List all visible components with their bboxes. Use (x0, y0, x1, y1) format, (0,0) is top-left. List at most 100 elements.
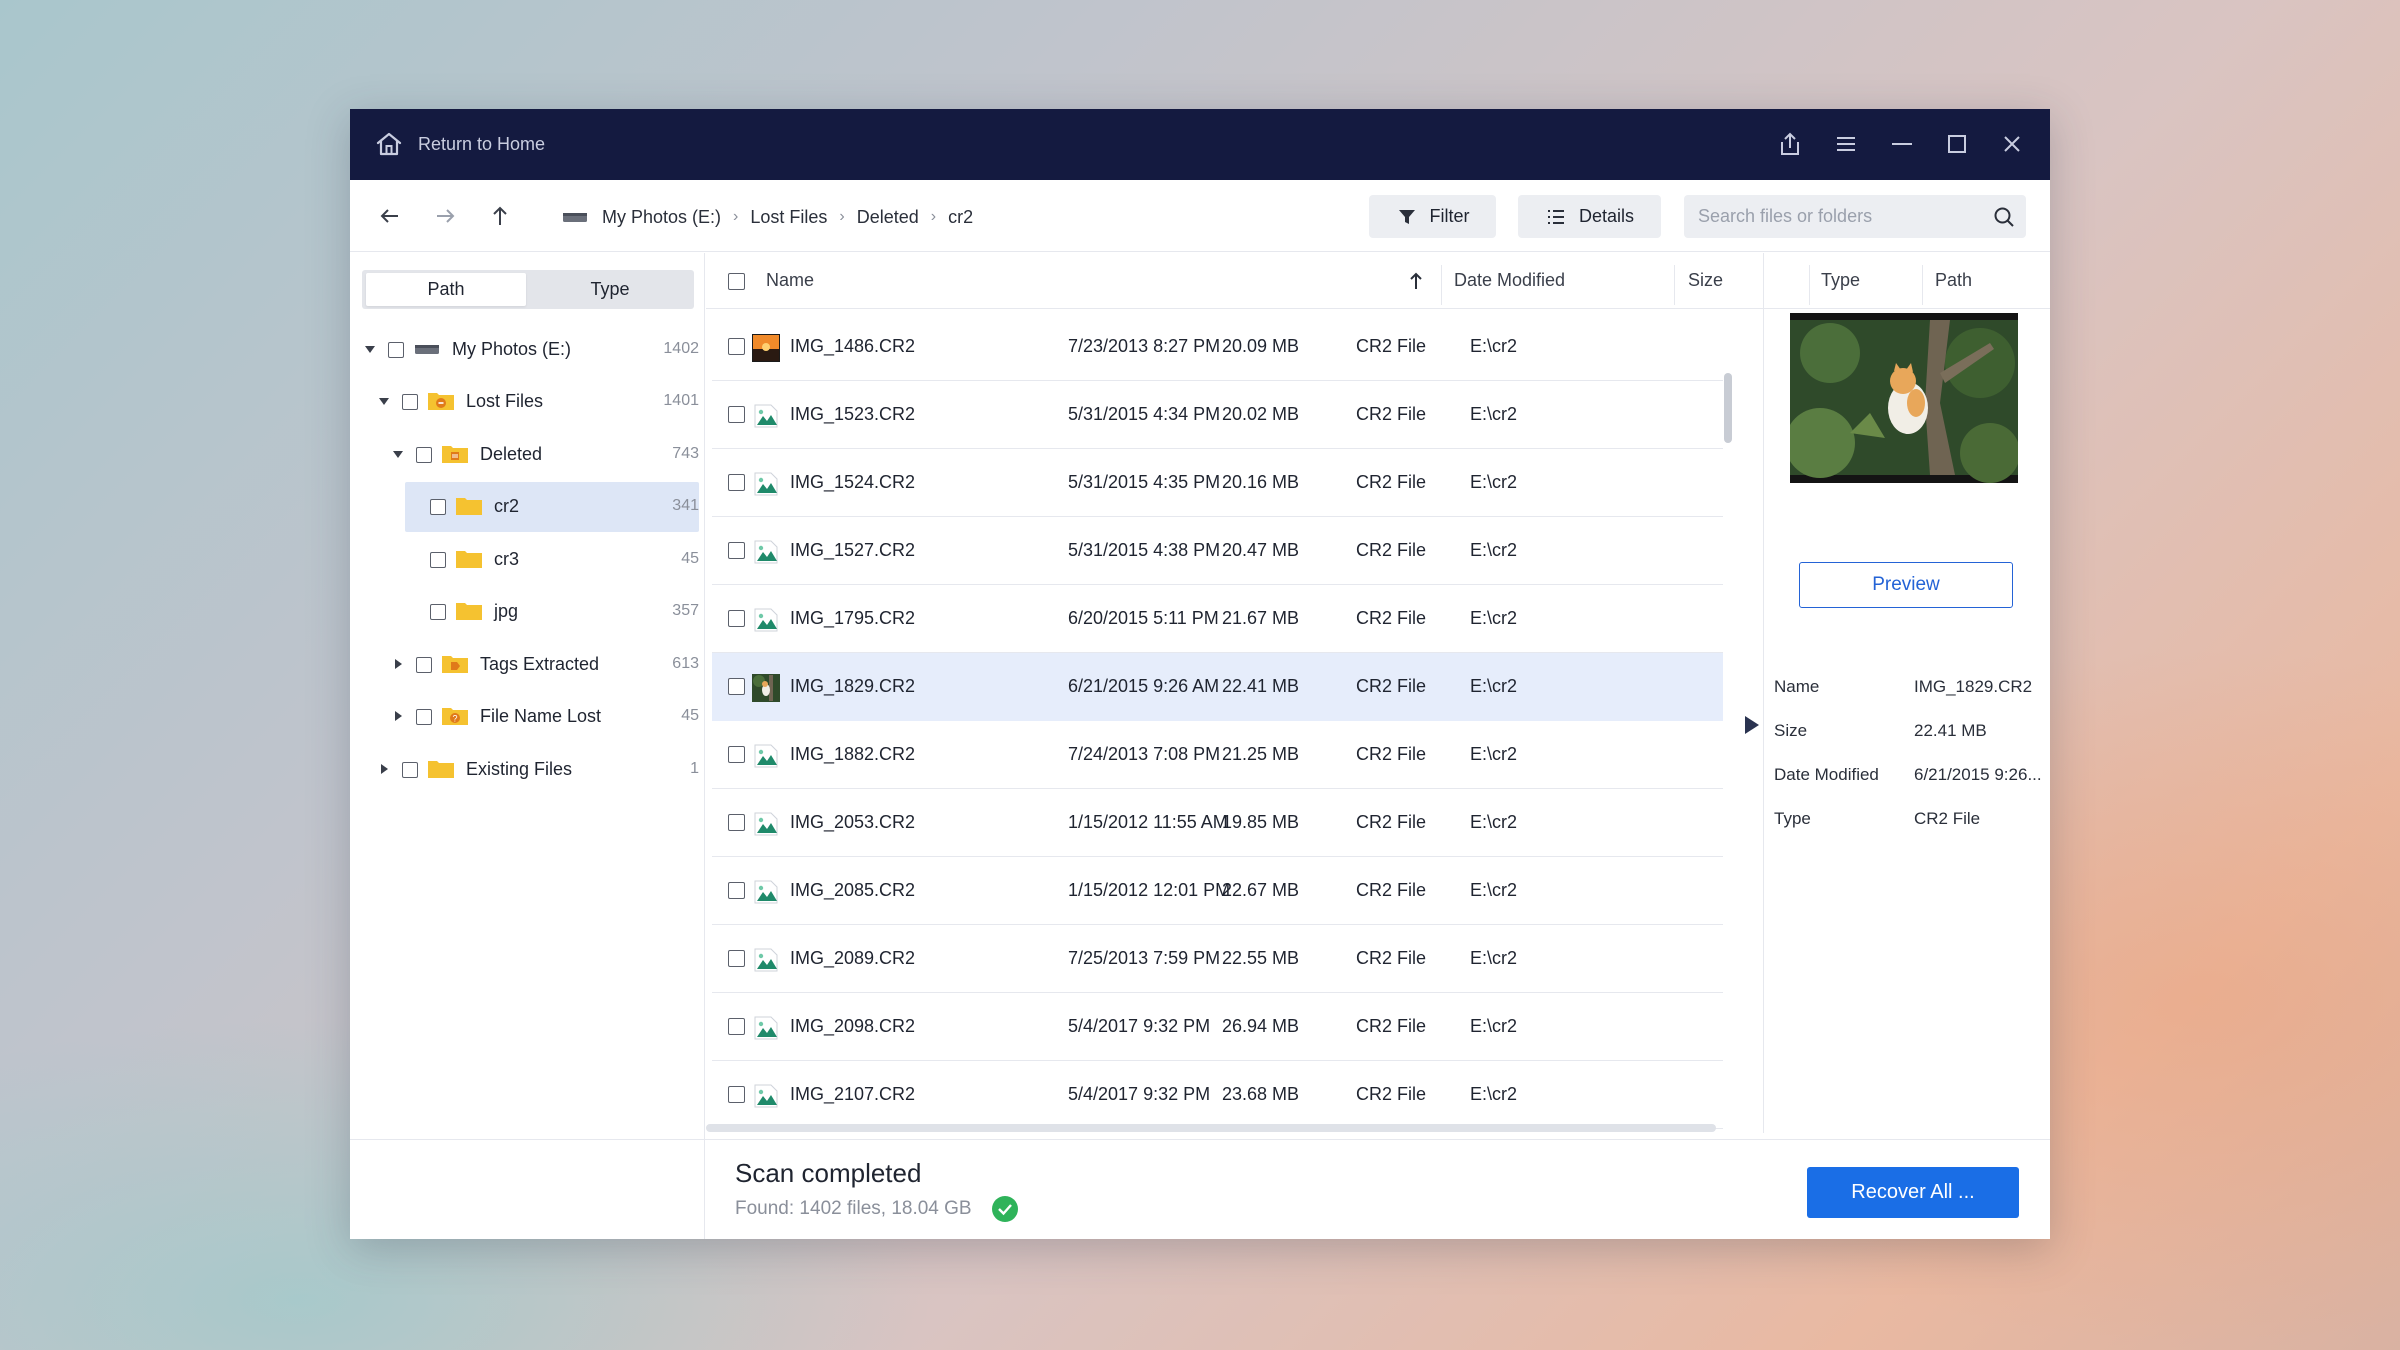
tree-item-tags-extracted[interactable]: Tags Extracted 613 (350, 640, 705, 688)
row-checkbox[interactable] (728, 406, 745, 423)
breadcrumb-lost-files[interactable]: Lost Files (750, 207, 827, 228)
table-row[interactable]: IMG_1829.CR2 6/21/2015 9:26 AM 22.41 MB CR2… (712, 653, 1723, 721)
caret-right-icon[interactable] (378, 763, 390, 775)
column-divider[interactable] (1674, 265, 1675, 305)
maximize-icon[interactable] (1940, 127, 1974, 161)
image-file-icon (751, 1081, 781, 1111)
table-row[interactable]: IMG_2085.CR2 1/15/2012 12:01 PM 22.67 MB CR… (712, 857, 1723, 925)
app-window: Return to Home My Photos (E:) › Lost Fil… (350, 109, 2050, 1239)
preview-button[interactable]: Preview (1799, 562, 2013, 608)
column-name[interactable]: Name (766, 270, 814, 291)
table-row[interactable]: IMG_1523.CR2 5/31/2015 4:34 PM 20.02 MB CR2… (712, 381, 1723, 449)
chevron-right-icon: › (733, 208, 739, 225)
cell-date-modified: 5/4/2017 9:32 PM (1068, 1084, 1211, 1104)
menu-icon[interactable] (1829, 127, 1863, 161)
column-divider[interactable] (1441, 265, 1442, 305)
caret-down-icon[interactable] (392, 448, 404, 460)
svg-text:?: ? (452, 714, 457, 724)
table-row[interactable]: IMG_2053.CR2 1/15/2012 11:55 AM 19.85 MB CR… (712, 789, 1723, 857)
view-mode-toggle: Path Type (362, 270, 694, 309)
checkbox[interactable] (402, 762, 418, 778)
table-row[interactable]: IMG_1882.CR2 7/24/2013 7:08 PM 21.25 MB CR2… (712, 721, 1723, 789)
table-row[interactable]: IMG_2107.CR2 5/4/2017 9:32 PM 23.68 MB CR2 … (712, 1061, 1723, 1129)
checkbox[interactable] (430, 499, 446, 515)
return-home-link[interactable]: Return to Home (418, 134, 545, 155)
vertical-scrollbar[interactable] (1724, 373, 1732, 443)
checkbox[interactable] (416, 709, 432, 725)
column-date-modified[interactable]: Date Modified (1454, 270, 1565, 291)
filter-button[interactable]: Filter (1369, 195, 1496, 238)
table-row[interactable]: IMG_2089.CR2 7/25/2013 7:59 PM 22.55 MB CR2… (712, 925, 1723, 993)
caret-down-icon[interactable] (364, 343, 376, 355)
cell-date-modified: 7/23/2013 8:27 PM (1068, 336, 1221, 356)
breadcrumb-drive[interactable]: My Photos (E:) (602, 207, 721, 228)
table-row[interactable]: IMG_2098.CR2 5/4/2017 9:32 PM 26.94 MB CR2 … (712, 993, 1723, 1061)
caret-down-icon[interactable] (378, 395, 390, 407)
back-arrow-icon[interactable] (374, 200, 406, 232)
image-file-icon (751, 1013, 781, 1043)
minimize-icon[interactable] (1885, 127, 1919, 161)
tree-label: Lost Files (466, 391, 544, 411)
tab-path[interactable]: Path (366, 273, 526, 306)
column-size[interactable]: Size (1688, 270, 1723, 291)
cell-date-modified: 7/25/2013 7:59 PM (1068, 948, 1221, 968)
checkbox[interactable] (416, 657, 432, 673)
cell-date-modified: 5/31/2015 4:35 PM (1068, 472, 1221, 492)
search-box (1684, 195, 2026, 238)
row-checkbox[interactable] (728, 1086, 745, 1103)
table-row[interactable]: IMG_1795.CR2 6/20/2015 5:11 PM 21.67 MB CR2… (712, 585, 1723, 653)
checkbox[interactable] (430, 552, 446, 568)
tree-item-cr3[interactable]: cr3 45 (350, 535, 705, 583)
tree-item-deleted[interactable]: Deleted 743 (350, 430, 705, 478)
row-checkbox[interactable] (728, 338, 745, 355)
tab-type[interactable]: Type (530, 273, 690, 306)
select-all-checkbox[interactable] (728, 273, 745, 290)
tree-item-my-photos[interactable]: My Photos (E:) 1402 (350, 325, 705, 373)
row-checkbox[interactable] (728, 882, 745, 899)
checkbox[interactable] (430, 604, 446, 620)
tree-item-file-name-lost[interactable]: ? File Name Lost 45 (350, 692, 705, 740)
row-checkbox[interactable] (728, 950, 745, 967)
table-row[interactable]: IMG_1486.CR2 7/23/2013 8:27 PM 20.09 MB CR2… (712, 313, 1723, 381)
breadcrumb-deleted[interactable]: Deleted (857, 207, 919, 228)
cell-size: 22.55 MB (1222, 948, 1300, 968)
tree-label: cr2 (494, 496, 520, 516)
breadcrumb-cr2[interactable]: cr2 (948, 207, 973, 228)
row-checkbox[interactable] (728, 610, 745, 627)
checkbox[interactable] (402, 394, 418, 410)
table-row[interactable]: IMG_1527.CR2 5/31/2015 4:38 PM 20.47 MB CR2… (712, 517, 1723, 585)
tree-item-jpg[interactable]: jpg 357 (350, 587, 705, 635)
cell-date-modified: 5/31/2015 4:38 PM (1068, 540, 1221, 560)
table-row[interactable]: IMG_1524.CR2 5/31/2015 4:35 PM 20.16 MB CR2… (712, 449, 1723, 517)
details-button[interactable]: Details (1518, 195, 1661, 238)
row-checkbox[interactable] (728, 542, 745, 559)
checkbox[interactable] (416, 447, 432, 463)
row-checkbox[interactable] (728, 746, 745, 763)
forward-arrow-icon[interactable] (429, 200, 461, 232)
filter-icon (1398, 209, 1415, 224)
cell-type: CR2 File (1356, 744, 1427, 764)
caret-right-icon[interactable] (392, 710, 404, 722)
home-icon[interactable] (374, 129, 404, 159)
row-checkbox[interactable] (728, 474, 745, 491)
prop-name-key: Name (1774, 677, 1820, 696)
caret-right-icon[interactable] (392, 658, 404, 670)
row-checkbox[interactable] (728, 814, 745, 831)
row-checkbox[interactable] (728, 678, 745, 695)
up-arrow-icon[interactable] (484, 200, 516, 232)
recover-all-button[interactable]: Recover All ... (1807, 1167, 2019, 1218)
tree-item-existing-files[interactable]: Existing Files 1 (350, 745, 705, 793)
sort-ascending-icon[interactable] (1408, 271, 1424, 291)
cell-date-modified: 1/15/2012 12:01 PM (1068, 880, 1231, 900)
search-input[interactable] (1698, 195, 1978, 238)
row-checkbox[interactable] (728, 1018, 745, 1035)
tree-item-cr2[interactable]: cr2 341 (350, 482, 705, 532)
collapse-panel-icon[interactable] (1743, 714, 1761, 736)
tree-item-lost-files[interactable]: Lost Files 1401 (350, 377, 705, 425)
checkbox[interactable] (388, 342, 404, 358)
horizontal-scrollbar[interactable] (706, 1124, 1716, 1132)
scan-status-title: Scan completed (735, 1158, 922, 1188)
share-icon[interactable] (1773, 127, 1807, 161)
search-icon[interactable] (1992, 205, 2016, 229)
close-icon[interactable] (1995, 127, 2029, 161)
